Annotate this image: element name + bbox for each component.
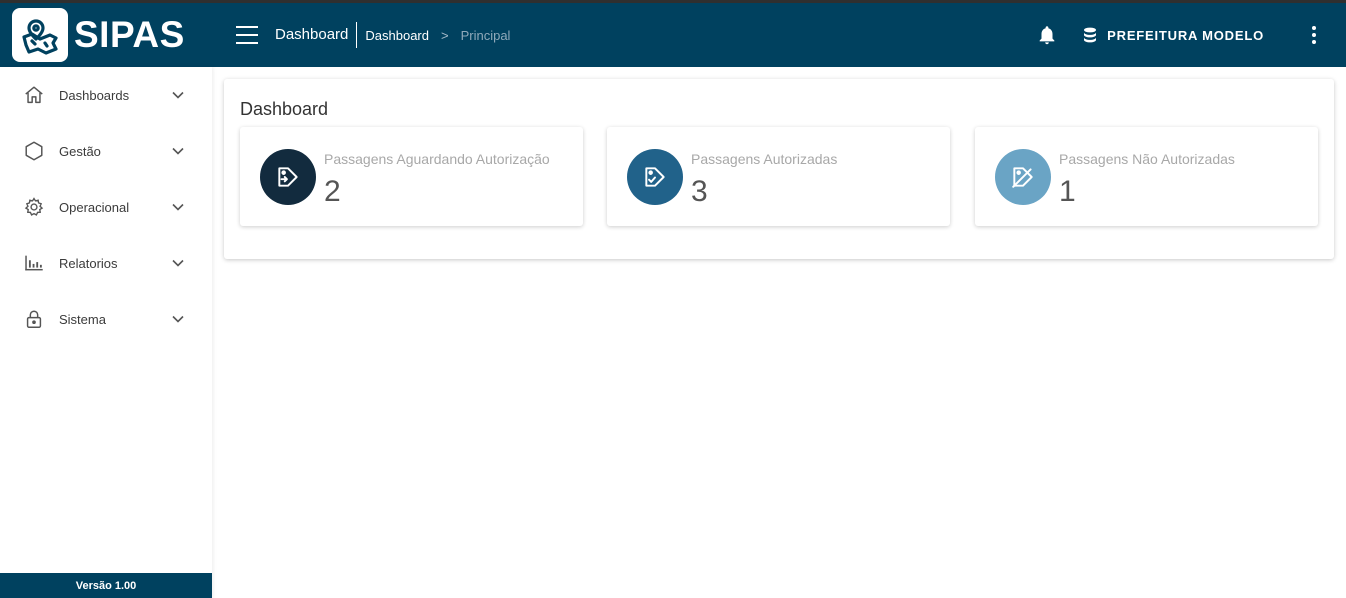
sidebar-item-sistema[interactable]: Sistema bbox=[0, 291, 212, 347]
page-title: Dashboard bbox=[240, 99, 329, 119]
home-icon bbox=[22, 83, 46, 107]
card-value: 2 bbox=[324, 175, 341, 208]
chevron-down-icon[interactable] bbox=[166, 139, 190, 163]
sidebar-item-label: Dashboards bbox=[59, 87, 130, 103]
lock-icon bbox=[22, 307, 46, 331]
version-label: Versão 1.00 bbox=[0, 573, 212, 598]
organization-selector[interactable]: PREFEITURA MODELO bbox=[1083, 27, 1264, 43]
sidebar-item-label: Operacional bbox=[59, 199, 130, 215]
sipas-logo-icon bbox=[12, 8, 68, 62]
database-icon bbox=[1084, 27, 1097, 43]
hexagon-icon bbox=[22, 139, 46, 163]
chevron-down-icon[interactable] bbox=[166, 307, 190, 331]
ticket-pending-icon bbox=[260, 149, 316, 205]
header-title: Dashboard bbox=[275, 22, 358, 48]
chevron-down-icon[interactable] bbox=[166, 195, 190, 219]
sidebar-item-operacional[interactable]: Operacional bbox=[0, 179, 212, 235]
card-value: 3 bbox=[691, 175, 708, 208]
sidebar-item-relatorios[interactable]: Relatorios bbox=[0, 235, 212, 291]
ticket-check-icon bbox=[627, 149, 683, 205]
sidebar-item-dashboards[interactable]: Dashboards bbox=[0, 67, 212, 123]
sidebar-item-label: Relatorios bbox=[59, 255, 118, 271]
sidebar: Dashboards Gestão Operacional Relatorios… bbox=[0, 67, 212, 598]
card-not-authorized[interactable]: Passagens Não Autorizadas 1 bbox=[975, 127, 1318, 226]
sidebar-item-label: Sistema bbox=[59, 311, 106, 327]
chevron-down-icon[interactable] bbox=[166, 251, 190, 275]
brand-name: SIPAS bbox=[74, 14, 185, 55]
sidebar-item-gestao[interactable]: Gestão bbox=[0, 123, 212, 179]
breadcrumb-current[interactable]: Dashboard bbox=[365, 28, 429, 43]
sidebar-item-label: Gestão bbox=[59, 143, 101, 159]
gear-icon bbox=[22, 195, 46, 219]
brand[interactable]: SIPAS bbox=[0, 3, 212, 67]
breadcrumb-sub: Principal bbox=[460, 27, 511, 43]
bar-chart-icon bbox=[22, 251, 46, 275]
dashboard-panel: Dashboard Passagens Aguardando Autorizaç… bbox=[224, 79, 1334, 259]
card-label: Passagens Autorizadas bbox=[691, 151, 838, 167]
bell-icon[interactable] bbox=[1035, 23, 1059, 47]
card-label: Passagens Não Autorizadas bbox=[1059, 151, 1235, 167]
menu-toggle-icon[interactable] bbox=[236, 26, 258, 44]
more-options-icon[interactable] bbox=[1304, 23, 1324, 47]
breadcrumb-separator: > bbox=[441, 27, 449, 43]
card-authorized[interactable]: Passagens Autorizadas 3 bbox=[607, 127, 950, 226]
chevron-down-icon[interactable] bbox=[166, 83, 190, 107]
organization-name: PREFEITURA MODELO bbox=[1107, 27, 1264, 43]
ticket-off-icon bbox=[995, 149, 1051, 205]
top-navbar: SIPAS Dashboard Dashboard > Principal PR… bbox=[0, 3, 1346, 67]
card-pending-authorization[interactable]: Passagens Aguardando Autorização 2 bbox=[240, 127, 583, 226]
card-label: Passagens Aguardando Autorização bbox=[324, 151, 550, 167]
card-value: 1 bbox=[1059, 175, 1076, 208]
